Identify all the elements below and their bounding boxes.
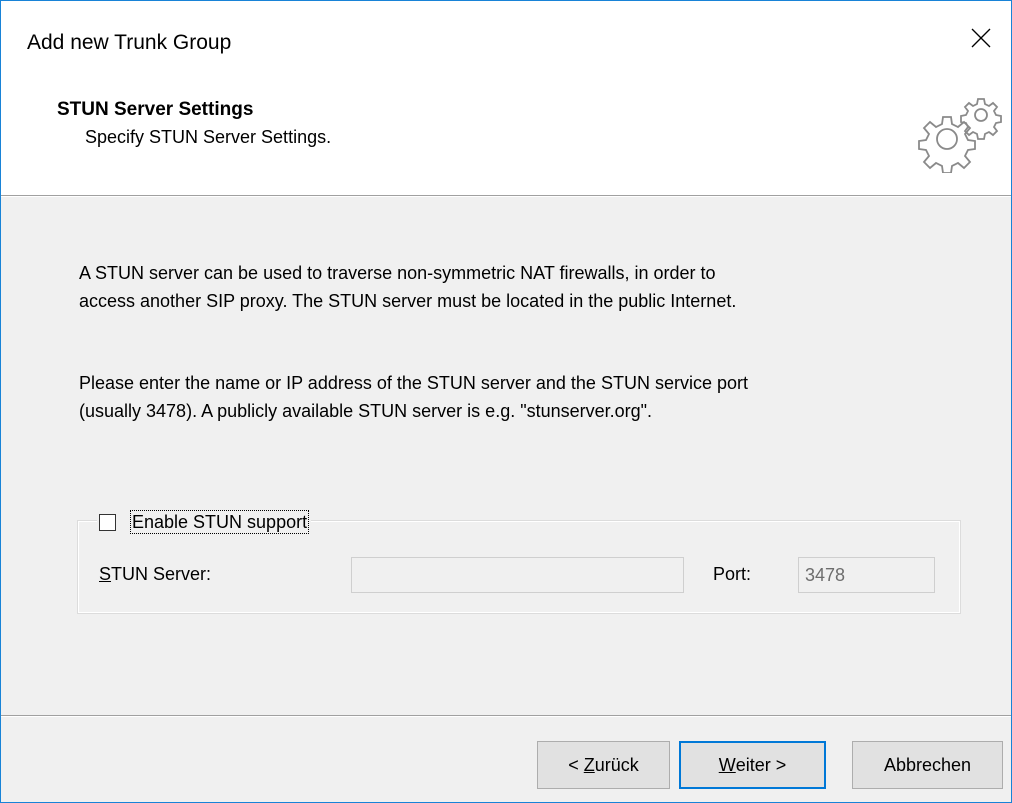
title-bar: Add new Trunk Group bbox=[1, 1, 1011, 79]
enable-stun-label[interactable]: Enable STUN support bbox=[130, 510, 310, 534]
description-line: A STUN server can be used to traverse no… bbox=[79, 263, 716, 283]
footer-divider bbox=[1, 715, 1011, 717]
stun-server-label-text: TUN Server: bbox=[111, 564, 212, 584]
cancel-button[interactable]: Abbrechen bbox=[852, 741, 1003, 789]
description-line: access another SIP proxy. The STUN serve… bbox=[79, 291, 737, 311]
port-label: Port: bbox=[713, 564, 752, 584]
port-input[interactable] bbox=[798, 557, 935, 593]
dialog-window: Add new Trunk Group STUN Server Settings… bbox=[0, 0, 1012, 803]
description-paragraph-2: Please enter the name or IP address of t… bbox=[79, 369, 748, 425]
back-button[interactable]: < Zurück bbox=[537, 741, 670, 789]
wizard-header: STUN Server Settings Specify STUN Server… bbox=[1, 79, 1011, 195]
back-label: urück bbox=[594, 754, 639, 775]
close-button[interactable] bbox=[951, 15, 1011, 61]
accelerator-key: W bbox=[718, 754, 736, 775]
accelerator-key: Z bbox=[583, 754, 595, 775]
accelerator-key: S bbox=[99, 564, 112, 584]
next-button[interactable]: Weiter > bbox=[679, 741, 826, 789]
gears-icon bbox=[918, 98, 1002, 173]
enable-stun-checkbox-row[interactable]: Enable STUN support bbox=[97, 510, 312, 534]
window-title: Add new Trunk Group bbox=[27, 31, 232, 54]
stun-server-label: STUN Server: bbox=[99, 564, 211, 585]
enable-stun-checkbox[interactable] bbox=[99, 513, 116, 531]
stun-server-input[interactable] bbox=[351, 557, 684, 593]
description-line: (usually 3478). A publicly available STU… bbox=[79, 401, 653, 421]
description-line: Please enter the name or IP address of t… bbox=[79, 373, 748, 393]
next-label: eiter > bbox=[735, 754, 787, 775]
page-title: STUN Server Settings bbox=[57, 99, 254, 120]
page-subtitle: Specify STUN Server Settings. bbox=[85, 127, 332, 147]
description-paragraph-1: A STUN server can be used to traverse no… bbox=[79, 259, 736, 315]
header-divider bbox=[1, 195, 1011, 197]
close-icon bbox=[971, 28, 991, 48]
back-prefix: < bbox=[568, 754, 584, 775]
